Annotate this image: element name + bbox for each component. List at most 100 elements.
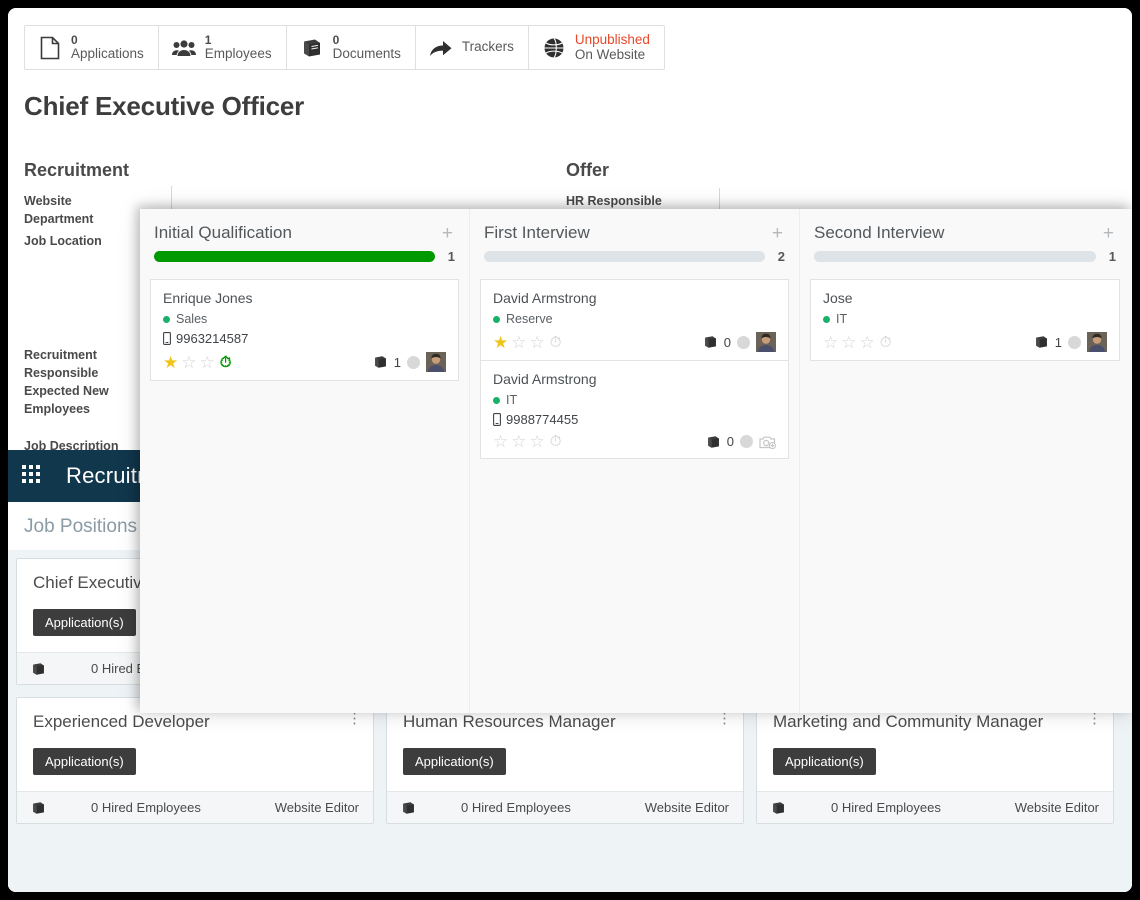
stat-button-documents[interactable]: 0 Documents bbox=[287, 26, 416, 69]
rating-star[interactable]: ★ bbox=[163, 354, 178, 371]
tag-label: IT bbox=[836, 312, 847, 326]
rating-stars[interactable]: ☆☆☆ bbox=[493, 433, 545, 450]
rating-star[interactable]: ☆ bbox=[530, 433, 545, 450]
rating-star[interactable]: ☆ bbox=[511, 433, 526, 450]
website-editor-link[interactable]: Website Editor bbox=[275, 800, 359, 815]
document-count-icon bbox=[703, 335, 718, 349]
kanban-card[interactable]: JoseIT☆☆☆⏱1 bbox=[811, 280, 1119, 360]
kanban-column-header: First Interview+ bbox=[480, 209, 789, 243]
book-icon bbox=[31, 801, 49, 815]
stat-button-trackers[interactable]: Trackers bbox=[416, 26, 529, 69]
applications-button[interactable]: Application(s) bbox=[33, 609, 136, 636]
applicant-tag: Reserve bbox=[493, 312, 776, 326]
stat-button-applications[interactable]: 0 Applications bbox=[25, 26, 159, 69]
stat-count-applications: 0 bbox=[71, 34, 144, 47]
avatar[interactable] bbox=[756, 332, 776, 352]
stat-label-website: On Website bbox=[575, 48, 650, 63]
applicant-name: Enrique Jones bbox=[163, 290, 446, 306]
applicant-phone: 9963214587 bbox=[163, 331, 446, 346]
rating-stars[interactable]: ☆☆☆ bbox=[823, 334, 875, 351]
phone-icon bbox=[163, 332, 171, 345]
kanban-card[interactable]: David ArmstrongReserve★☆☆⏱0 bbox=[481, 280, 788, 361]
status-dot-icon[interactable] bbox=[740, 435, 753, 448]
kanban-card-footer: ★☆☆⏱1 bbox=[163, 352, 446, 372]
rating-stars[interactable]: ★☆☆ bbox=[163, 354, 215, 371]
kebab-menu-icon[interactable]: ⋮ bbox=[347, 712, 357, 726]
status-dot-icon[interactable] bbox=[1068, 336, 1081, 349]
rating-star[interactable]: ☆ bbox=[181, 354, 196, 371]
kanban-column-header: Initial Qualification+ bbox=[150, 209, 459, 243]
schedule-clock-icon[interactable]: ⏱ bbox=[880, 335, 892, 350]
kanban-card-footer: ☆☆☆⏱0 bbox=[493, 433, 776, 450]
share-arrow-icon bbox=[428, 35, 454, 61]
tag-label: Reserve bbox=[506, 312, 553, 326]
stat-count-documents: 0 bbox=[333, 34, 401, 47]
schedule-clock-icon[interactable]: ⏱ bbox=[220, 355, 232, 370]
kanban-column-title: Initial Qualification bbox=[154, 223, 440, 243]
add-record-icon[interactable]: + bbox=[440, 224, 455, 243]
phone-number: 9988774455 bbox=[506, 412, 578, 427]
applications-kanban-overlay: Initial Qualification+1Enrique JonesSale… bbox=[140, 209, 1132, 713]
add-record-icon[interactable]: + bbox=[1101, 224, 1116, 243]
book-icon bbox=[299, 35, 325, 61]
kebab-menu-icon[interactable]: ⋮ bbox=[1087, 712, 1097, 726]
applicant-phone: 9988774455 bbox=[493, 412, 776, 427]
applicant-tag: IT bbox=[493, 393, 776, 407]
schedule-clock-icon[interactable]: ⏱ bbox=[550, 434, 562, 449]
rating-star[interactable]: ☆ bbox=[493, 433, 508, 450]
phone-icon bbox=[493, 413, 501, 426]
status-dot-icon[interactable] bbox=[737, 336, 750, 349]
stat-label-employees: Employees bbox=[205, 47, 272, 62]
kanban-record-count: 1 bbox=[1106, 249, 1116, 264]
applications-button[interactable]: Application(s) bbox=[403, 748, 506, 775]
applications-button[interactable]: Application(s) bbox=[33, 748, 136, 775]
website-editor-link[interactable]: Website Editor bbox=[1015, 800, 1099, 815]
kanban-columns: Initial Qualification+1Enrique JonesSale… bbox=[140, 209, 1132, 713]
stat-count-employees: 1 bbox=[205, 34, 272, 47]
job-position-card[interactable]: Human Resources Manager ⋮ Application(s)… bbox=[386, 697, 744, 824]
kanban-card-stack: JoseIT☆☆☆⏱1 bbox=[810, 279, 1120, 361]
breadcrumb[interactable]: Job Positions bbox=[24, 516, 137, 538]
stat-button-website[interactable]: Unpublished On Website bbox=[529, 26, 664, 69]
rating-star[interactable]: ☆ bbox=[511, 334, 526, 351]
job-position-card[interactable]: Marketing and Community Manager ⋮ Applic… bbox=[756, 697, 1114, 824]
kanban-card[interactable]: Enrique JonesSales9963214587★☆☆⏱1 bbox=[151, 280, 458, 380]
kanban-progress-row: 1 bbox=[810, 243, 1120, 264]
employees-icon bbox=[171, 35, 197, 61]
kanban-column: Second Interview+1JoseIT☆☆☆⏱1 bbox=[800, 209, 1130, 713]
avatar[interactable] bbox=[1087, 332, 1107, 352]
stat-button-employees[interactable]: 1 Employees bbox=[159, 26, 287, 69]
document-count: 1 bbox=[1055, 335, 1062, 350]
website-editor-link[interactable]: Website Editor bbox=[645, 800, 729, 815]
rating-star[interactable]: ☆ bbox=[823, 334, 838, 351]
kanban-card[interactable]: David ArmstrongIT9988774455☆☆☆⏱0 bbox=[481, 361, 788, 458]
tag-dot-icon bbox=[163, 316, 170, 323]
applicant-name: Jose bbox=[823, 290, 1107, 306]
placeholder-avatar-icon[interactable] bbox=[759, 435, 776, 449]
kebab-menu-icon[interactable]: ⋮ bbox=[717, 712, 727, 726]
kanban-progress-bar[interactable] bbox=[154, 251, 435, 262]
kanban-progress-bar[interactable] bbox=[484, 251, 765, 262]
rating-star[interactable]: ☆ bbox=[200, 354, 215, 371]
stat-button-bar: 0 Applications 1 Employees 0 bbox=[24, 25, 665, 70]
rating-star[interactable]: ☆ bbox=[841, 334, 856, 351]
status-dot-icon[interactable] bbox=[407, 356, 420, 369]
schedule-clock-icon[interactable]: ⏱ bbox=[550, 335, 562, 350]
kanban-progress-bar[interactable] bbox=[814, 251, 1096, 262]
rating-stars[interactable]: ★☆☆ bbox=[493, 334, 545, 351]
document-count-icon bbox=[373, 355, 388, 369]
kanban-column: First Interview+2David ArmstrongReserve★… bbox=[470, 209, 800, 713]
rating-star[interactable]: ☆ bbox=[530, 334, 545, 351]
rating-star[interactable]: ☆ bbox=[860, 334, 875, 351]
avatar[interactable] bbox=[426, 352, 446, 372]
field-label-job-location: Job Location bbox=[24, 232, 102, 250]
apps-grid-icon[interactable] bbox=[22, 465, 44, 487]
job-position-title: Human Resources Manager bbox=[403, 712, 616, 732]
kanban-card-stack: Enrique JonesSales9963214587★☆☆⏱1 bbox=[150, 279, 459, 381]
add-record-icon[interactable]: + bbox=[770, 224, 785, 243]
applications-button[interactable]: Application(s) bbox=[773, 748, 876, 775]
book-icon bbox=[771, 801, 789, 815]
tag-dot-icon bbox=[493, 397, 500, 404]
job-position-card[interactable]: Experienced Developer ⋮ Application(s) 0… bbox=[16, 697, 374, 824]
rating-star[interactable]: ★ bbox=[493, 334, 508, 351]
